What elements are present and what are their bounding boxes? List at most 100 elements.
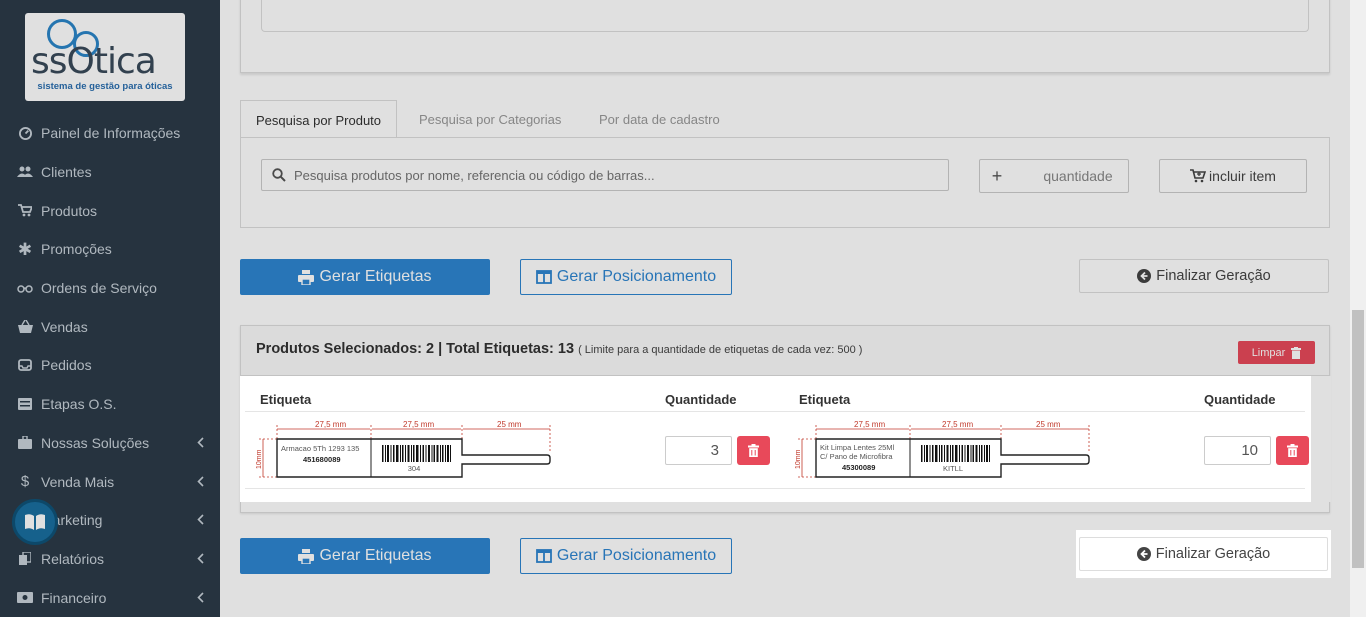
- observation-textarea[interactable]: [261, 0, 1309, 32]
- sidebar-item-pedidos[interactable]: Pedidos: [0, 346, 220, 385]
- sidebar-item-label: Pedidos: [41, 357, 92, 374]
- chevron-left-icon: [197, 590, 204, 606]
- main-content: Pesquisa por Produto Pesquisa por Catego…: [220, 0, 1350, 617]
- sidebar-item-label: Ordens de Serviço: [41, 280, 157, 297]
- generate-positioning-label: Gerar Posicionamento: [556, 268, 717, 285]
- chevron-left-icon: [197, 551, 204, 567]
- logo-tagline: sistema de gestão para óticas: [37, 81, 173, 92]
- sidebar-item-nossas-solucoes[interactable]: Nossas Soluções: [0, 424, 220, 463]
- dollar-icon: $: [20, 473, 30, 491]
- col-quantity-1: Quantidade: [665, 392, 737, 407]
- sidebar-item-venda-mais[interactable]: $ Venda Mais: [0, 462, 220, 501]
- sidebar-item-label: Relatórios: [41, 550, 105, 567]
- logo[interactable]: ssOtica sistema de gestão para óticas: [25, 13, 185, 101]
- copy-icon: [16, 552, 34, 566]
- clear-button[interactable]: Limpar: [1238, 341, 1315, 364]
- quantity-input-2[interactable]: 10: [1204, 436, 1271, 465]
- chevron-left-icon: [197, 512, 204, 528]
- sidebar-item-produtos[interactable]: Produtos: [0, 191, 220, 230]
- dim-a: 27,5 mm: [854, 421, 885, 429]
- sidebar-item-label: Clientes: [41, 164, 92, 181]
- dim-c: 25 mm: [1036, 421, 1061, 429]
- glasses-icon: [16, 283, 34, 293]
- sidebar-item-relatorios[interactable]: Relatórios: [0, 540, 220, 579]
- tab-product[interactable]: Pesquisa por Produto: [240, 100, 398, 138]
- selected-table: Etiqueta Quantidade Etiqueta Quantidade …: [240, 376, 1331, 502]
- basket-icon: [16, 320, 34, 334]
- finalize-button[interactable]: Finalizar Geração: [1079, 259, 1329, 293]
- delete-button-2[interactable]: [1276, 436, 1309, 465]
- item-name: Kit Limpa Lentes 25Ml: [820, 443, 895, 452]
- finalize-button-bottom[interactable]: Finalizar Geração: [1079, 537, 1328, 571]
- col-label-1: Etiqueta: [260, 392, 312, 407]
- observation-card: [240, 0, 1330, 73]
- sidebar-item-promocoes[interactable]: ✱ Promoções: [0, 230, 220, 269]
- selected-header: Produtos Selecionados: 2 | Total Etiquet…: [241, 326, 1329, 376]
- sidebar-item-label: Financeiro: [41, 589, 107, 606]
- generate-labels-button-bottom[interactable]: Gerar Etiquetas: [240, 538, 490, 574]
- divider: [245, 488, 1305, 489]
- dim-b: 27,5 mm: [403, 421, 434, 429]
- item-name: Armacao 5Th 1293 135: [281, 444, 359, 453]
- col-quantity-2: Quantidade: [1204, 392, 1276, 407]
- label-preview-1: 27,5 mm 27,5 mm 25 mm 10mm Armacao 5Th 1…: [256, 421, 551, 478]
- print-icon: [298, 548, 315, 564]
- finalize-label: Finalizar Geração: [1155, 546, 1271, 562]
- sidebar-item-etapas-o-s[interactable]: Etapas O.S.: [0, 385, 220, 424]
- sidebar-item-clientes[interactable]: Clientes: [0, 153, 220, 192]
- label-preview-2: 27,5 mm 27,5 mm 25 mm 10mm Kit Limpa Len…: [795, 421, 1090, 478]
- generate-positioning-button[interactable]: Gerar Posicionamento: [520, 259, 732, 295]
- sidebar-item-painel-de-informacoes[interactable]: Painel de Informações: [0, 114, 220, 153]
- quantity-field[interactable]: + quantidade: [979, 159, 1129, 193]
- quantity-placeholder: quantidade: [1043, 168, 1113, 184]
- selected-summary: Produtos Selecionados: 2 | Total Etiquet…: [256, 341, 575, 357]
- search-tabs: Pesquisa por Produto Pesquisa por Catego…: [240, 100, 1330, 228]
- dim-h: 10mm: [256, 449, 263, 469]
- barcode-text: KITLL: [943, 464, 963, 473]
- plus-icon[interactable]: +: [980, 166, 1014, 187]
- quantity-input-1[interactable]: 3: [665, 436, 732, 465]
- sidebar-item-label: Vendas: [41, 318, 88, 335]
- generate-positioning-label: Gerar Posicionamento: [556, 547, 717, 564]
- sidebar-item-financeiro[interactable]: Financeiro: [0, 578, 220, 617]
- sidebar-item-label: Produtos: [41, 202, 98, 219]
- include-item-label: incluir item: [1209, 168, 1276, 184]
- scrollbar-thumb[interactable]: [1352, 310, 1364, 568]
- include-item-button[interactable]: incluir item: [1159, 159, 1307, 193]
- cart-plus-icon: [1190, 169, 1207, 183]
- generate-labels-label: Gerar Etiquetas: [319, 268, 432, 285]
- asterisk-icon: ✱: [17, 239, 33, 259]
- trash-icon: [1291, 346, 1302, 359]
- trash-icon: [1287, 444, 1298, 457]
- chevron-left-icon: [197, 435, 204, 451]
- generate-positioning-button-bottom[interactable]: Gerar Posicionamento: [520, 538, 732, 574]
- sidebar-item-label: Venda Mais: [41, 473, 115, 490]
- money-icon: [16, 592, 34, 604]
- sidebar-item-vendas[interactable]: Vendas: [0, 307, 220, 346]
- tab-pane: + quantidade incluir item: [240, 137, 1330, 228]
- sidebar-item-label: Painel de Informações: [41, 125, 181, 142]
- tasks-icon: [16, 398, 34, 411]
- col-label-2: Etiqueta: [799, 392, 851, 407]
- dashboard-icon: [16, 126, 34, 140]
- tab-categories[interactable]: Pesquisa por Categorias: [404, 100, 576, 138]
- chat-button[interactable]: [12, 499, 58, 545]
- dim-c: 25 mm: [497, 421, 522, 429]
- item-name-2: C/ Pano de Microfibra: [820, 452, 893, 461]
- item-code: 45300089: [842, 463, 875, 472]
- print-icon: [298, 269, 315, 285]
- generate-labels-button[interactable]: Gerar Etiquetas: [240, 259, 490, 295]
- sidebar: ssOtica sistema de gestão para óticas Pa…: [0, 0, 220, 617]
- delete-button-1[interactable]: [737, 436, 770, 465]
- dim-h: 10mm: [795, 449, 802, 469]
- tab-date[interactable]: Por data de cadastro: [584, 100, 735, 138]
- search-input[interactable]: [294, 167, 894, 183]
- search-icon: [272, 168, 286, 182]
- chevron-left-icon: [197, 474, 204, 490]
- sidebar-item-ordens-de-servico[interactable]: Ordens de Serviço: [0, 269, 220, 308]
- sidebar-item-label: Promoções: [41, 241, 112, 258]
- limit-note: ( Limite para a quantidade de etiquetas …: [578, 344, 863, 356]
- search-field[interactable]: [261, 159, 949, 191]
- inbox-icon: [16, 359, 34, 372]
- item-code: 451680089: [303, 455, 341, 464]
